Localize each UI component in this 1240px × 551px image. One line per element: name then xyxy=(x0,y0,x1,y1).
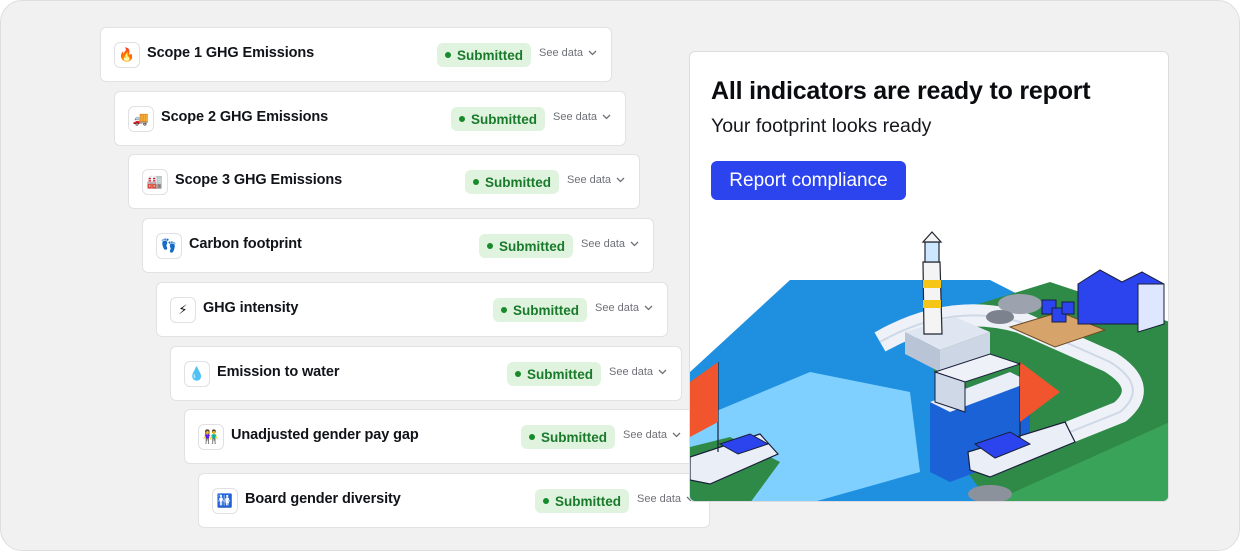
see-data-button[interactable]: See data xyxy=(595,302,653,314)
chevron-down-icon xyxy=(602,114,611,120)
status-label: Submitted xyxy=(499,238,565,254)
status-badge: Submitted xyxy=(521,425,615,449)
status-label: Submitted xyxy=(471,111,537,127)
chevron-down-icon xyxy=(658,369,667,375)
see-data-button[interactable]: See data xyxy=(581,238,639,250)
indicator-title: Carbon footprint xyxy=(189,236,302,252)
footprint-icon: 👣 xyxy=(156,233,182,259)
status-dot xyxy=(445,52,451,58)
indicator-title: Scope 3 GHG Emissions xyxy=(175,172,343,188)
chevron-down-icon xyxy=(644,305,653,311)
app-frame: 🔥 Scope 1 GHG Emissions Submitted See da… xyxy=(0,0,1240,551)
factory-icon: 🏭 xyxy=(142,169,168,195)
see-data-label: See data xyxy=(595,302,640,314)
indicator-title: Scope 2 GHG Emissions xyxy=(161,109,329,125)
status-badge: Submitted xyxy=(507,362,601,386)
status-dot xyxy=(529,434,535,440)
gender-icon: 🚻 xyxy=(212,488,238,514)
see-data-label: See data xyxy=(637,493,682,505)
chevron-down-icon xyxy=(616,177,625,183)
indicator-title: Scope 1 GHG Emissions xyxy=(147,45,315,61)
status-dot xyxy=(543,498,549,504)
indicator-row-board-gender-diversity[interactable]: 🚻 Board gender diversity Submitted See d… xyxy=(198,473,710,528)
chevron-down-icon xyxy=(588,50,597,56)
indicator-row-scope-1[interactable]: 🔥 Scope 1 GHG Emissions Submitted See da… xyxy=(100,27,612,82)
indicator-row-ghg-intensity[interactable]: ⚡ GHG intensity Submitted See data xyxy=(156,282,668,337)
indicator-title: GHG intensity xyxy=(203,300,299,316)
see-data-label: See data xyxy=(581,238,626,250)
indicator-row-scope-3[interactable]: 🏭 Scope 3 GHG Emissions Submitted See da… xyxy=(128,154,640,209)
chevron-down-icon xyxy=(672,432,681,438)
see-data-button[interactable]: See data xyxy=(609,366,667,378)
status-dot xyxy=(487,243,493,249)
chevron-down-icon xyxy=(630,241,639,247)
harbor-lighthouse-illustration xyxy=(690,222,1168,501)
indicator-title: Board gender diversity xyxy=(245,491,401,507)
indicator-title: Unadjusted gender pay gap xyxy=(231,427,419,443)
see-data-button[interactable]: See data xyxy=(637,493,695,505)
status-badge: Submitted xyxy=(437,43,531,67)
see-data-label: See data xyxy=(567,174,612,186)
status-dot xyxy=(459,116,465,122)
status-dot xyxy=(473,179,479,185)
see-data-label: See data xyxy=(553,111,598,123)
status-badge: Submitted xyxy=(535,489,629,513)
status-badge: Submitted xyxy=(493,298,587,322)
fire-icon: 🔥 xyxy=(114,42,140,68)
status-label: Submitted xyxy=(541,429,607,445)
see-data-label: See data xyxy=(539,47,584,59)
card-subheading: Your footprint looks ready xyxy=(711,115,932,137)
report-compliance-button[interactable]: Report compliance xyxy=(711,161,906,200)
couple-icon: 👫 xyxy=(198,424,224,450)
see-data-button[interactable]: See data xyxy=(623,429,681,441)
indicator-title: Emission to water xyxy=(217,364,340,380)
indicator-row-gender-pay-gap[interactable]: 👫 Unadjusted gender pay gap Submitted Se… xyxy=(184,409,696,464)
status-badge: Submitted xyxy=(465,170,559,194)
see-data-label: See data xyxy=(609,366,654,378)
status-label: Submitted xyxy=(555,493,621,509)
report-ready-card: All indicators are ready to report Your … xyxy=(689,51,1169,502)
truck-icon: 🚚 xyxy=(128,106,154,132)
lightning-icon: ⚡ xyxy=(170,297,196,323)
status-label: Submitted xyxy=(457,47,523,63)
see-data-label: See data xyxy=(623,429,668,441)
see-data-button[interactable]: See data xyxy=(567,174,625,186)
status-label: Submitted xyxy=(527,366,593,382)
see-data-button[interactable]: See data xyxy=(539,47,597,59)
card-heading: All indicators are ready to report xyxy=(711,77,1091,105)
status-dot xyxy=(501,307,507,313)
status-dot xyxy=(515,371,521,377)
status-badge: Submitted xyxy=(451,107,545,131)
status-label: Submitted xyxy=(513,302,579,318)
indicator-row-carbon-footprint[interactable]: 👣 Carbon footprint Submitted See data xyxy=(142,218,654,273)
water-drop-icon: 💧 xyxy=(184,361,210,387)
indicator-row-scope-2[interactable]: 🚚 Scope 2 GHG Emissions Submitted See da… xyxy=(114,91,626,146)
status-badge: Submitted xyxy=(479,234,573,258)
status-label: Submitted xyxy=(485,174,551,190)
see-data-button[interactable]: See data xyxy=(553,111,611,123)
indicator-row-emission-to-water[interactable]: 💧 Emission to water Submitted See data xyxy=(170,346,682,401)
